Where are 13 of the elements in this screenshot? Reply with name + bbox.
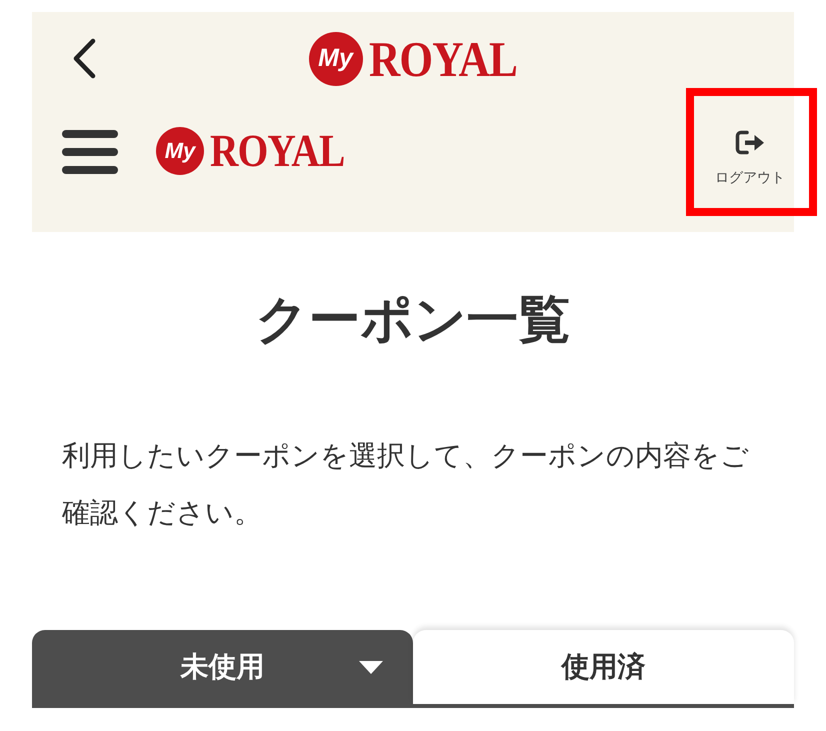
caret-down-icon — [359, 660, 383, 674]
chevron-left-icon[interactable] — [72, 38, 96, 79]
description-text: 利用したいクーポンを選択して、クーポンの内容をご確認ください。 — [61, 438, 750, 531]
logo-badge: My — [156, 127, 204, 175]
logout-icon — [735, 130, 765, 155]
logo-wordmark: ROYAL — [368, 34, 518, 84]
logout-button[interactable]: ログアウト — [706, 130, 794, 188]
menu-icon[interactable] — [62, 130, 118, 174]
logo-badge: My — [308, 32, 362, 86]
logo-wordmark: ROYAL — [210, 128, 346, 174]
tab[interactable]: 使用済 — [413, 630, 794, 704]
page-title: クーポン一覧 — [254, 290, 572, 350]
tab[interactable]: 未使用 — [32, 630, 413, 704]
